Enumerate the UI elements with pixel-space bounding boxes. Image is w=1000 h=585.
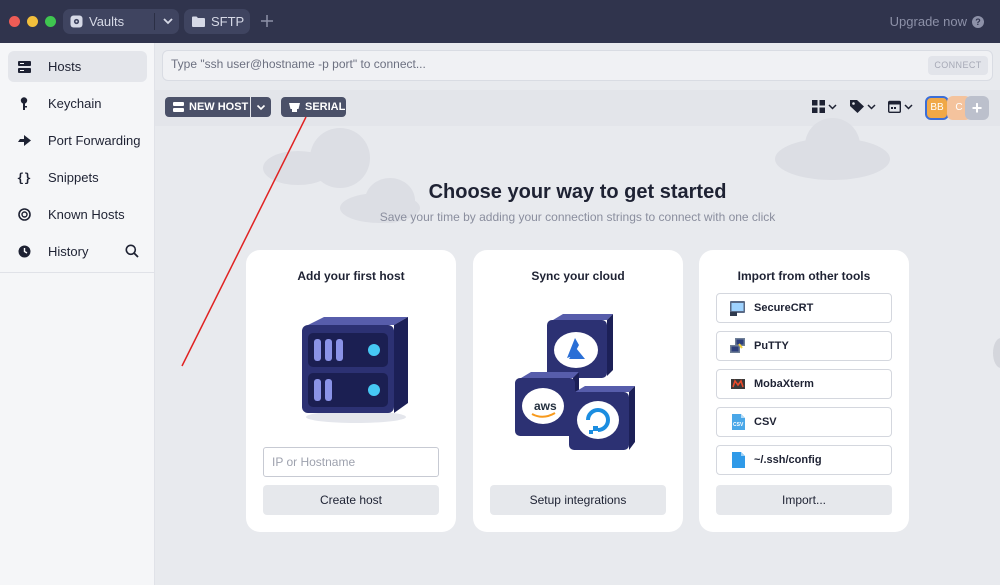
sidebar-item-known-hosts[interactable]: Known Hosts xyxy=(8,199,147,230)
history-icon xyxy=(16,245,32,258)
zoom-window-button[interactable] xyxy=(45,16,56,27)
csv-file-icon: CSV xyxy=(732,414,745,430)
grid-view-icon xyxy=(812,100,825,113)
serial-label: SERIAL xyxy=(305,101,346,113)
page-title: Choose your way to get started xyxy=(428,181,727,203)
import-securecrt-button[interactable]: SecureCRT xyxy=(716,293,892,323)
cloud-decoration xyxy=(993,338,1000,368)
key-icon xyxy=(16,97,32,110)
sort-button[interactable] xyxy=(888,100,913,113)
cloud-decoration xyxy=(310,128,370,188)
aws-logo: aws xyxy=(534,399,557,413)
tool-label: PuTTY xyxy=(754,340,789,352)
tab-vaults-label: Vaults xyxy=(89,14,125,29)
add-member-button[interactable]: + xyxy=(965,96,989,120)
title-bar: Vaults SFTP Upgrade now ? xyxy=(0,0,1000,43)
import-csv-button[interactable]: CSV CSV xyxy=(716,407,892,437)
search-icon[interactable] xyxy=(125,244,139,261)
card-title: Import from other tools xyxy=(737,269,871,283)
securecrt-icon xyxy=(730,301,745,316)
card-title: Add your first host xyxy=(297,269,405,283)
serial-icon xyxy=(289,102,300,112)
mobaxterm-icon xyxy=(731,379,745,389)
upgrade-label: Upgrade now xyxy=(889,14,967,29)
sidebar-item-label: Known Hosts xyxy=(48,207,125,222)
chevron-down-icon xyxy=(867,104,876,110)
hostname-input[interactable] xyxy=(263,447,439,477)
known-hosts-icon xyxy=(16,208,32,221)
plus-icon xyxy=(261,15,273,27)
vault-icon xyxy=(70,15,83,28)
server-icon xyxy=(173,102,184,112)
snippets-icon: {} xyxy=(16,170,32,185)
view-mode-button[interactable] xyxy=(812,100,837,113)
sidebar-item-hosts[interactable]: Hosts xyxy=(8,51,147,82)
tool-label: CSV xyxy=(754,416,777,428)
new-tab-button[interactable] xyxy=(261,12,273,30)
tool-label: ~/.ssh/config xyxy=(754,454,822,466)
tab-sftp[interactable]: SFTP xyxy=(184,9,250,34)
sidebar: Hosts Keychain Port Forwarding {} Snippe… xyxy=(0,43,155,585)
import-mobaxterm-button[interactable]: MobaXterm xyxy=(716,369,892,399)
sync-cloud-card: Sync your cloud aws Setup integrations xyxy=(473,250,683,532)
sidebar-item-label: Snippets xyxy=(48,170,99,185)
main-content: CONNECT NEW HOST SERIAL BB C + xyxy=(155,43,1000,585)
sidebar-item-port-forwarding[interactable]: Port Forwarding xyxy=(8,125,147,156)
sidebar-item-label: Hosts xyxy=(48,59,82,74)
import-putty-button[interactable]: PuTTY xyxy=(716,331,892,361)
card-title: Sync your cloud xyxy=(531,269,625,283)
serial-button[interactable]: SERIAL xyxy=(281,97,346,117)
tool-label: MobaXterm xyxy=(754,378,814,390)
sidebar-item-label: History xyxy=(48,244,89,259)
quick-connect-bar: CONNECT xyxy=(162,50,993,81)
setup-integrations-button[interactable]: Setup integrations xyxy=(490,485,666,515)
sidebar-divider xyxy=(0,272,155,273)
create-host-button[interactable]: Create host xyxy=(263,485,439,515)
import-button[interactable]: Import... xyxy=(716,485,892,515)
new-host-menu-button[interactable] xyxy=(251,97,271,117)
chevron-down-icon xyxy=(256,104,266,111)
hosts-icon xyxy=(16,60,32,73)
new-host-label: NEW HOST xyxy=(189,101,249,113)
csv-file-icon-label: CSV xyxy=(733,422,744,428)
minimize-window-button[interactable] xyxy=(27,16,38,27)
quick-connect-input[interactable] xyxy=(171,57,871,71)
cloud-decoration xyxy=(805,118,860,173)
port-forwarding-icon xyxy=(16,134,32,147)
sidebar-item-keychain[interactable]: Keychain xyxy=(8,88,147,119)
avatar[interactable]: BB xyxy=(925,96,949,120)
import-card: Import from other tools SecureCRT PuTTY … xyxy=(699,250,909,532)
file-icon xyxy=(732,452,745,468)
page-subtitle: Save your time by adding your connection… xyxy=(379,210,776,224)
import-ssh-config-button[interactable]: ~/.ssh/config xyxy=(716,445,892,475)
close-window-button[interactable] xyxy=(9,16,20,27)
sidebar-item-history[interactable]: History xyxy=(8,236,147,267)
sidebar-item-snippets[interactable]: {} Snippets xyxy=(8,162,147,193)
connect-button[interactable]: CONNECT xyxy=(928,56,988,75)
tool-label: SecureCRT xyxy=(754,302,814,314)
chevron-down-icon[interactable] xyxy=(162,15,174,30)
add-host-card: Add your first host Create host xyxy=(246,250,456,532)
tab-divider xyxy=(154,13,155,30)
server-illustration xyxy=(302,317,408,423)
tags-button[interactable] xyxy=(850,100,876,113)
new-host-button[interactable]: NEW HOST xyxy=(165,97,250,117)
upgrade-button[interactable]: Upgrade now ? xyxy=(890,14,984,29)
chevron-down-icon xyxy=(828,104,837,110)
calendar-icon xyxy=(888,100,901,113)
putty-icon xyxy=(730,338,745,353)
tag-icon xyxy=(850,100,864,113)
hosts-toolbar: NEW HOST SERIAL BB C + xyxy=(155,90,1000,126)
tab-sftp-label: SFTP xyxy=(211,14,245,29)
tab-vaults[interactable]: Vaults xyxy=(63,9,179,34)
cloud-providers-illustration: aws xyxy=(515,314,635,450)
folder-icon xyxy=(192,16,205,27)
sidebar-item-label: Port Forwarding xyxy=(48,133,141,148)
chevron-down-icon xyxy=(904,104,913,110)
sidebar-item-label: Keychain xyxy=(48,96,102,111)
info-icon: ? xyxy=(972,15,984,28)
